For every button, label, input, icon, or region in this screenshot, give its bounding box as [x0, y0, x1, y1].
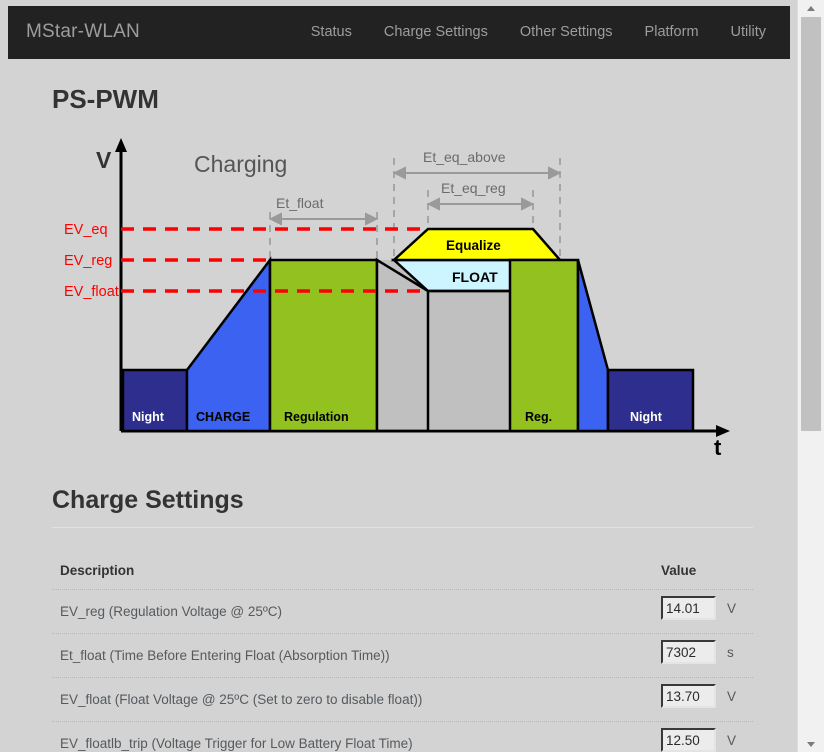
- phase-label-float: FLOAT: [452, 269, 498, 285]
- navbar-links: Status Charge Settings Other Settings Pl…: [295, 6, 782, 59]
- page-title: PS-PWM: [52, 84, 159, 114]
- chevron-up-icon: [807, 6, 815, 11]
- ev-floatlb-trip-unit: V: [727, 732, 737, 748]
- ev-reg-input[interactable]: [661, 596, 716, 620]
- ev-float-input[interactable]: [661, 684, 716, 708]
- label-et-eq-reg: Et_eq_reg: [441, 180, 506, 196]
- scrollbar-thumb[interactable]: [801, 17, 821, 431]
- brand-title[interactable]: MStar-WLAN: [26, 20, 140, 44]
- region-label-night-1: Night: [132, 410, 165, 424]
- et-float-unit: s: [727, 644, 734, 660]
- table-header-row: Description Value: [52, 550, 753, 590]
- nav-other-settings[interactable]: Other Settings: [504, 6, 629, 59]
- dimension-et-float: [268, 212, 379, 226]
- chart-waveform: [121, 227, 695, 433]
- label-et-float: Et_float: [276, 195, 324, 211]
- nav-charge-settings[interactable]: Charge Settings: [368, 6, 504, 59]
- dimension-et-eq-above: [392, 166, 562, 180]
- row-value-group: s: [661, 640, 734, 664]
- table-row-ev-float: EV_float (Float Voltage @ 25ºC (Set to z…: [52, 678, 753, 722]
- table-row-ev-reg: EV_reg (Regulation Voltage @ 25ºC) V: [52, 590, 753, 634]
- ps-pwm-chart: Charging V t EV_eq EV_reg EV_float Et_fl…: [52, 130, 752, 460]
- row-value-group: V: [661, 728, 736, 752]
- region-label-charge: CHARGE: [196, 410, 250, 424]
- scrollbar-up-button[interactable]: [798, 0, 824, 16]
- app-window: MStar-WLAN Status Charge Settings Other …: [0, 0, 824, 752]
- label-et-eq-above: Et_eq_above: [423, 149, 506, 165]
- chart-title: Charging: [194, 151, 287, 177]
- nav-status[interactable]: Status: [295, 6, 368, 59]
- row-value-group: V: [661, 684, 736, 708]
- nav-platform[interactable]: Platform: [629, 6, 715, 59]
- label-ev-reg: EV_reg: [64, 253, 112, 269]
- row-description: EV_floatlb_trip (Voltage Trigger for Low…: [60, 736, 413, 751]
- dimension-et-eq-reg: [426, 197, 535, 211]
- table-row-et-float: Et_float (Time Before Entering Float (Ab…: [52, 634, 753, 678]
- row-description: EV_reg (Regulation Voltage @ 25ºC): [60, 604, 283, 619]
- ev-float-unit: V: [727, 688, 737, 704]
- row-value-group: V: [661, 596, 736, 620]
- x-axis-label: t: [714, 435, 722, 460]
- row-description: Et_float (Time Before Entering Float (Ab…: [60, 648, 390, 663]
- section-divider: [52, 527, 753, 528]
- scrollbar-down-button[interactable]: [798, 736, 824, 752]
- navbar: MStar-WLAN Status Charge Settings Other …: [8, 6, 790, 59]
- label-ev-eq: EV_eq: [64, 222, 108, 238]
- page-viewport: MStar-WLAN Status Charge Settings Other …: [0, 0, 797, 752]
- column-header-value: Value: [661, 563, 697, 578]
- ev-floatlb-trip-input[interactable]: [661, 728, 716, 752]
- phase-label-equalize: Equalize: [446, 238, 501, 253]
- et-float-input[interactable]: [661, 640, 716, 664]
- region-label-night-2: Night: [630, 410, 663, 424]
- charge-settings-table: Description Value EV_reg (Regulation Vol…: [52, 550, 753, 752]
- y-axis-label: V: [96, 147, 112, 173]
- column-header-description: Description: [60, 563, 135, 578]
- page-scrollbar[interactable]: [797, 0, 824, 752]
- chevron-down-icon: [807, 742, 815, 747]
- region-label-reg: Reg.: [525, 410, 552, 424]
- label-ev-float: EV_float: [64, 284, 119, 300]
- table-row-ev-floatlb-trip: EV_floatlb_trip (Voltage Trigger for Low…: [52, 722, 753, 752]
- section-title-charge-settings: Charge Settings: [52, 486, 244, 514]
- region-label-regulation: Regulation: [284, 410, 349, 424]
- nav-utility[interactable]: Utility: [715, 6, 782, 59]
- ev-reg-unit: V: [727, 600, 737, 616]
- row-description: EV_float (Float Voltage @ 25ºC (Set to z…: [60, 692, 423, 707]
